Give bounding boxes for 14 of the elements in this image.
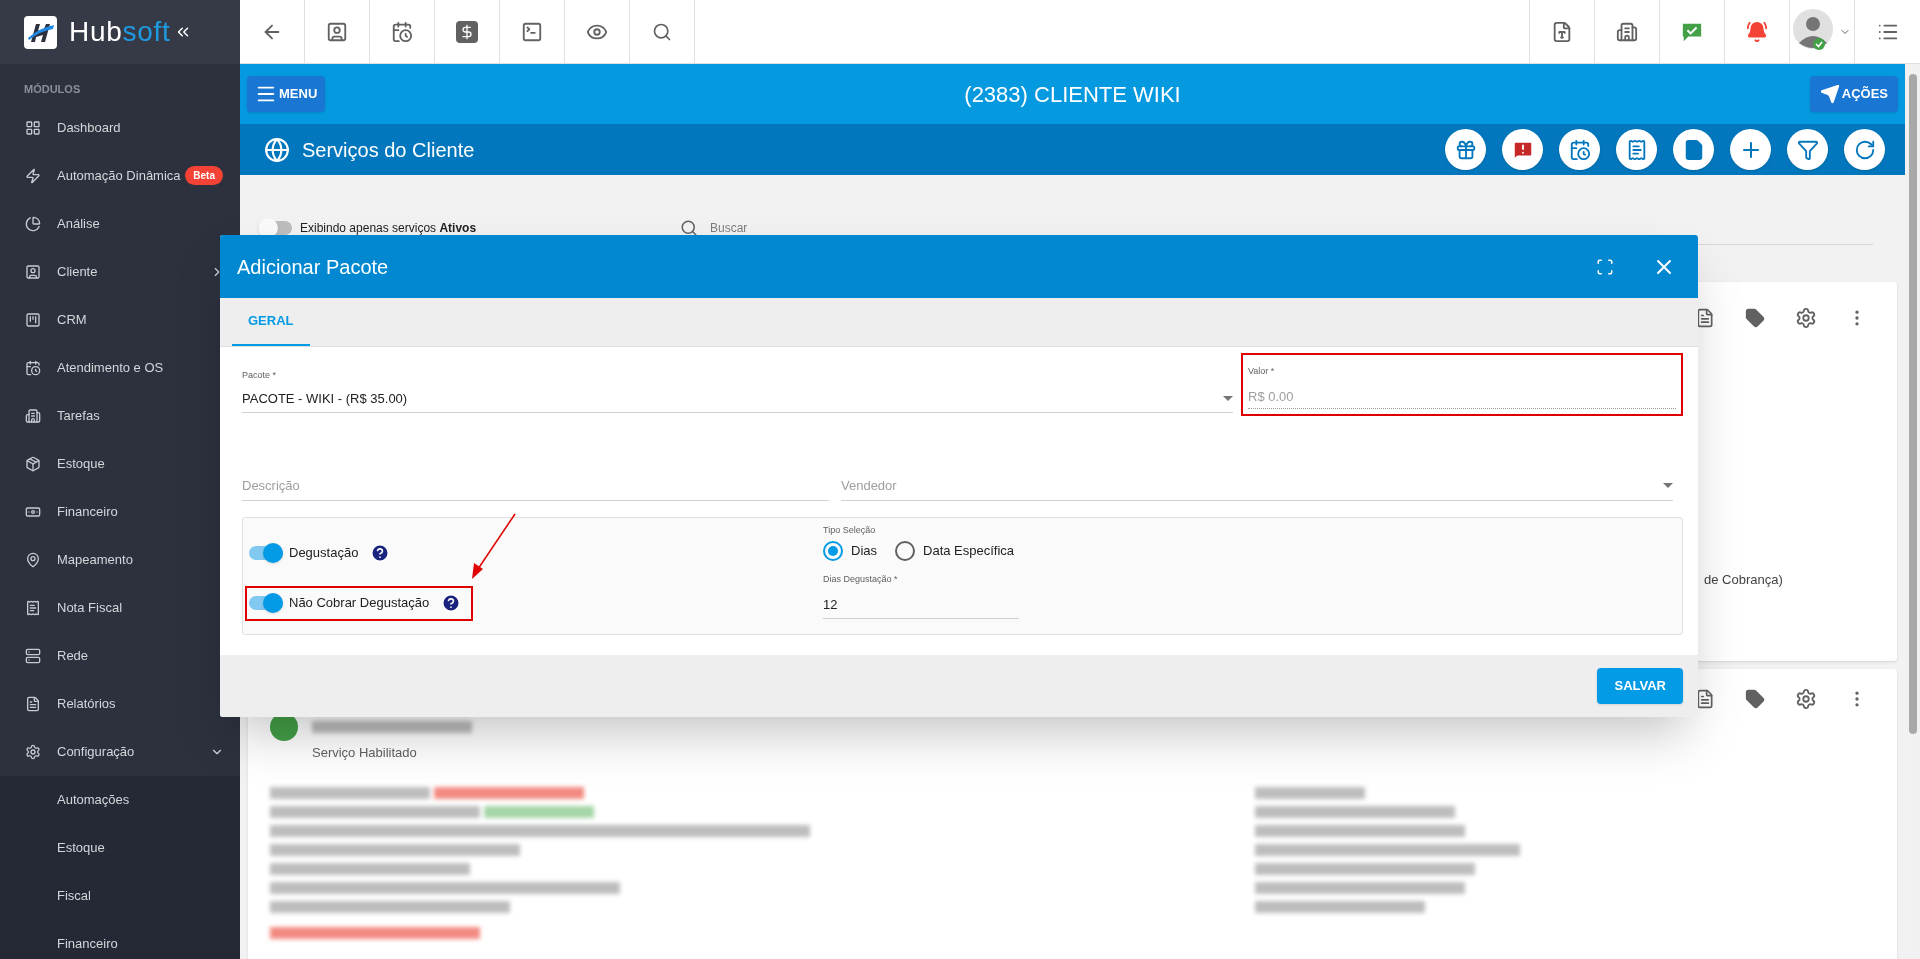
card-text: de Cobrança): [1704, 570, 1783, 589]
brand-name: Hubsoft: [69, 18, 171, 46]
field-label: Pacote *: [242, 369, 277, 382]
page-title: Serviços do Cliente: [302, 137, 475, 163]
field-label: Tipo Seleção: [823, 523, 877, 537]
dialog-title: Adicionar Pacote: [237, 254, 389, 280]
toggle-label: Não Cobrar Degustação: [289, 594, 430, 613]
section-label: MÓDULOS: [23, 82, 82, 97]
beta-badge: Beta: [185, 166, 223, 185]
filter-label: Exibindo apenas serviços Ativos: [300, 220, 478, 237]
field-label: Dias Degustação *: [823, 573, 898, 586]
client-title: (2383) CLIENTE WIKI: [964, 80, 1181, 109]
toggle-label: Degustação: [289, 544, 359, 563]
service-status: Serviço Habilitado: [312, 744, 417, 762]
